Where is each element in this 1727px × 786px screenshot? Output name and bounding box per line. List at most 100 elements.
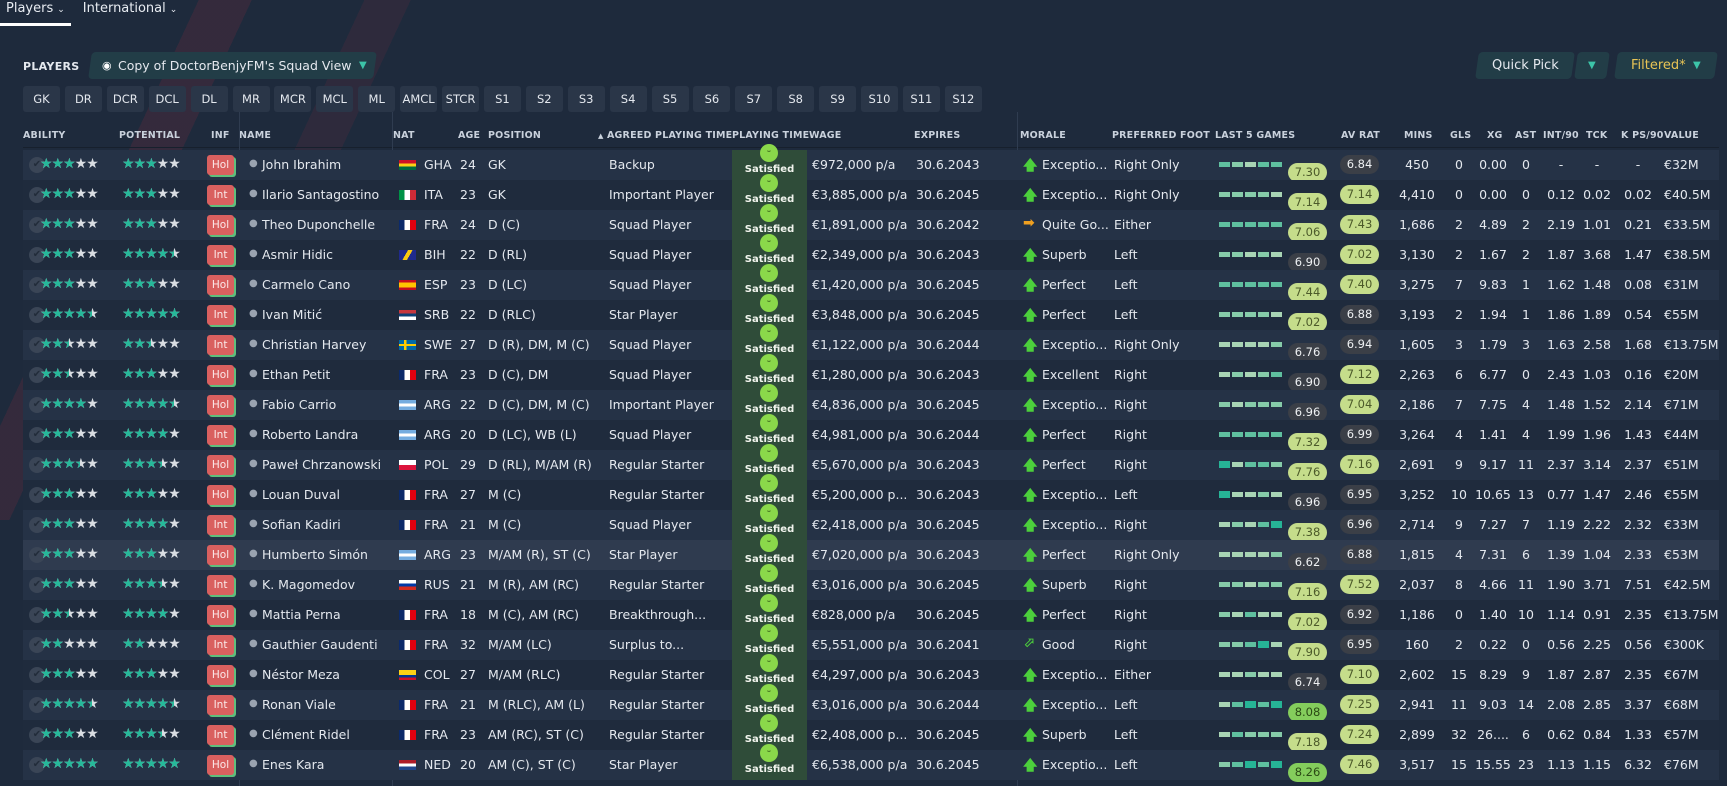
col-mins[interactable]: MINS <box>1404 130 1433 141</box>
status-badge[interactable]: Hol <box>207 755 234 775</box>
col-age[interactable]: AGE <box>458 130 480 141</box>
position-button[interactable]: AMCL <box>400 86 438 112</box>
table-row[interactable]: ✔★★★★★★★★★★★★★★★★★★★★Int●Sofian KadiriFR… <box>23 504 1719 542</box>
position-button[interactable]: MCR <box>274 86 312 112</box>
status-badge[interactable]: Hol <box>207 215 234 235</box>
status-badge[interactable]: Int <box>207 695 234 715</box>
col-preferred-foot[interactable]: PREFERRED FOOT <box>1112 130 1210 141</box>
position-button[interactable]: S11 <box>902 86 940 112</box>
col-playing-time[interactable]: PLAYING TIME <box>732 130 809 141</box>
status-badge[interactable]: Hol <box>207 485 234 505</box>
col-morale[interactable]: MORALE <box>1020 130 1066 141</box>
table-row[interactable]: ✔★★★★★★★★★★★★★★★★★★★★Int●Christian Harve… <box>23 324 1719 362</box>
col-potential[interactable]: POTENTIAL <box>119 130 180 141</box>
position-button[interactable]: S8 <box>777 86 815 112</box>
smiley-icon: ᵕ <box>760 354 778 372</box>
tab-players[interactable]: Players ⌄ <box>0 0 71 26</box>
status-badge[interactable]: Int <box>207 305 234 325</box>
quick-pick-dropdown-button[interactable]: ▼ <box>1574 52 1610 79</box>
position-button[interactable]: MCL <box>316 86 354 112</box>
col-av-rat[interactable]: AV RAT <box>1341 130 1380 141</box>
position-button[interactable]: S7 <box>735 86 773 112</box>
table-row[interactable]: ✔★★★★★★★★★★★★★★★★★★★★Hol●Ethan PetitFRA2… <box>23 354 1719 392</box>
col-last-5-games[interactable]: LAST 5 GAMES <box>1215 130 1295 141</box>
status-badge[interactable]: Hol <box>207 365 234 385</box>
col-wage[interactable]: WAGE <box>809 130 842 141</box>
table-row[interactable]: ✔★★★★★★★★★★★★★★★★★★★★Int●Ivan MitićSRB22… <box>23 294 1719 332</box>
table-row[interactable]: ✔★★★★★★★★★★★★★★★★★★★★Int●K. MagomedovRUS… <box>23 564 1719 602</box>
status-badge[interactable]: Hol <box>207 665 234 685</box>
table-row[interactable]: ✔★★★★★★★★★★★★★★★★★★★★Int●Ilario Santagos… <box>23 174 1719 212</box>
position-button[interactable]: DCL <box>148 86 186 112</box>
tab-international[interactable]: International ⌄ <box>83 0 178 26</box>
table-row[interactable]: ✔★★★★★★★★★★★★★★★★★★★★Hol●Louan DuvalFRA2… <box>23 474 1719 512</box>
position-button[interactable]: S3 <box>567 86 605 112</box>
table-row[interactable]: ✔★★★★★★★★★★★★★★★★★★★★Hol●Fabio CarrioARG… <box>23 384 1719 422</box>
col-xg[interactable]: XG <box>1487 130 1503 141</box>
table-row[interactable]: ✔★★★★★★★★★★★★★★★★★★★★Hol●Humberto SimónA… <box>23 534 1719 572</box>
status-badge[interactable]: Hol <box>207 605 234 625</box>
position-button[interactable]: STCR <box>442 86 479 112</box>
col-position[interactable]: POSITION <box>488 130 541 141</box>
col-name[interactable]: NAME <box>239 130 271 141</box>
status-badge[interactable]: Int <box>207 335 234 355</box>
status-badge[interactable]: Int <box>207 185 234 205</box>
position-button[interactable]: S12 <box>944 86 982 112</box>
status-badge[interactable]: Hol <box>207 455 234 475</box>
col-expires[interactable]: EXPIRES <box>914 130 960 141</box>
col-nat[interactable]: NAT <box>393 130 415 141</box>
status-badge[interactable]: Hol <box>207 395 234 415</box>
position-button[interactable]: S6 <box>693 86 731 112</box>
col-ast[interactable]: AST <box>1515 130 1536 141</box>
average-rating-badge: 6.99 <box>1340 425 1379 444</box>
table-row[interactable]: ✔★★★★★★★★★★★★★★★★★★★★Hol●Mattia PernaFRA… <box>23 594 1719 632</box>
col-int90[interactable]: INT/90 <box>1543 130 1579 141</box>
table-row[interactable]: ✔★★★★★★★★★★★★★★★★★★★★Hol●Carmelo CanoESP… <box>23 264 1719 302</box>
table-row[interactable]: ✔★★★★★★★★★★★★★★★★★★★★Int●Gauthier Gauden… <box>23 624 1719 662</box>
status-badge[interactable]: Int <box>207 635 234 655</box>
status-badge[interactable]: Int <box>207 245 234 265</box>
table-row[interactable]: ✔★★★★★★★★★★★★★★★★★★★★Int●Clément RidelFR… <box>23 714 1719 752</box>
position-button[interactable]: ML <box>358 86 396 112</box>
position-button[interactable]: S2 <box>525 86 563 112</box>
key-passes-per-90: 0.08 <box>1624 277 1652 292</box>
table-row[interactable]: ✔★★★★★★★★★★★★★★★★★★★★Int●Ronan VialeFRA2… <box>23 684 1719 722</box>
table-row[interactable]: ✔★★★★★★★★★★★★★★★★★★★★Hol●Néstor MezaCOL2… <box>23 654 1719 692</box>
position-button[interactable]: DCR <box>106 86 144 112</box>
view-selector-dropdown[interactable]: ◉ Copy of DoctorBenjyFM's Squad View ▼ <box>88 52 377 79</box>
col-value[interactable]: VALUE <box>1664 130 1699 141</box>
table-row[interactable]: ✔★★★★★★★★★★★★★★★★★★★★Hol●Paweł Chrzanows… <box>23 444 1719 482</box>
player-name: K. Magomedov <box>262 577 356 592</box>
status-badge[interactable]: Hol <box>207 545 234 565</box>
table-row[interactable]: ✔★★★★★★★★★★★★★★★★★★★★Int●Roberto LandraA… <box>23 414 1719 452</box>
position-button[interactable]: S4 <box>609 86 647 112</box>
col-tck[interactable]: TCK <box>1586 130 1607 141</box>
status-badge[interactable]: Int <box>207 425 234 445</box>
position-button[interactable]: S1 <box>483 86 521 112</box>
col-agreed-playing-time[interactable]: AGREED PLAYING TIME <box>607 130 732 141</box>
col-kps90[interactable]: K PS/90 <box>1621 130 1664 141</box>
col-ability[interactable]: ABILITY <box>23 130 65 141</box>
goals: 0 <box>1455 187 1463 202</box>
person-icon: ● <box>249 428 258 439</box>
col-gls[interactable]: GLS <box>1450 130 1471 141</box>
table-row[interactable]: ✔★★★★★★★★★★★★★★★★★★★★Hol●Theo Duponchell… <box>23 204 1719 242</box>
status-badge[interactable]: Int <box>207 575 234 595</box>
position-button[interactable]: GK <box>23 86 60 112</box>
filter-dropdown[interactable]: Filtered* ▼ <box>1614 52 1718 79</box>
status-badge[interactable]: Int <box>207 725 234 745</box>
col-inf[interactable]: INF <box>211 130 230 141</box>
position-button[interactable]: DL <box>190 86 228 112</box>
table-row[interactable]: ✔ ★★★★★ ★★★★★ ★★★★★ ★★★★★ Hol ● Enes Kara NED 20 A… <box>23 744 1719 782</box>
position-button[interactable]: S9 <box>819 86 857 112</box>
status-badge[interactable]: Hol <box>207 275 234 295</box>
quick-pick-button[interactable]: Quick Pick <box>1475 52 1575 79</box>
position-button[interactable]: DR <box>64 86 102 112</box>
position-button[interactable]: S5 <box>651 86 689 112</box>
status-badge[interactable]: Int <box>207 515 234 535</box>
position-button[interactable]: S10 <box>861 86 898 112</box>
table-row[interactable]: ✔★★★★★★★★★★★★★★★★★★★★Hol●John IbrahimGHA… <box>23 144 1719 182</box>
position-button[interactable]: MR <box>232 86 270 112</box>
status-badge[interactable]: Hol <box>207 155 234 175</box>
table-row[interactable]: ✔★★★★★★★★★★★★★★★★★★★★Int●Asmir HidicBIH2… <box>23 234 1719 272</box>
